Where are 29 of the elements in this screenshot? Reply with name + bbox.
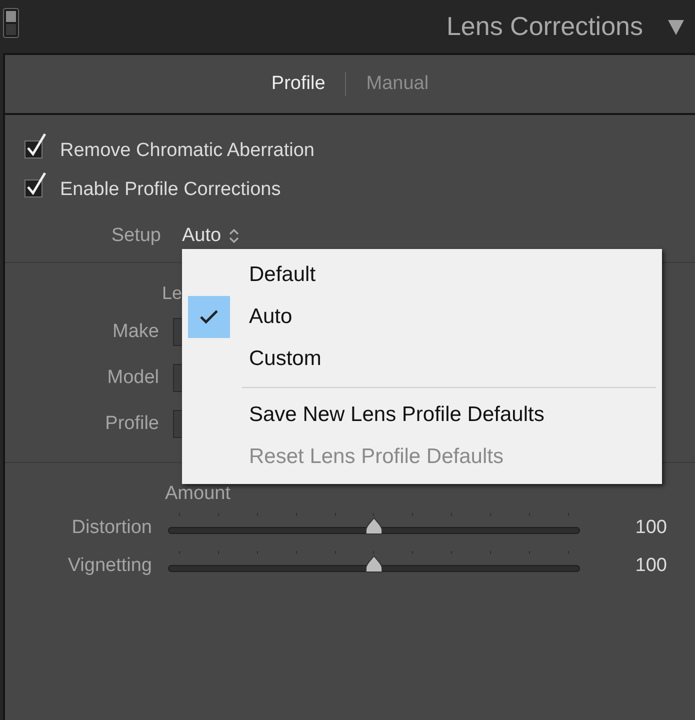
slider-value: 100 [635,517,667,539]
setup-label: Setup [110,225,161,247]
menu-item[interactable]: Auto [182,296,656,338]
slider-thumb[interactable] [365,517,383,535]
checkbox-label: Remove Chromatic Aberration [60,140,314,162]
panel-title: Lens Corrections [446,11,643,42]
checkbox-label: Enable Profile Corrections [60,178,281,200]
tab[interactable]: Profile [271,73,326,95]
field-label: Model [106,367,159,389]
setup-dropdown[interactable]: Auto [182,225,240,247]
slider-thumb[interactable] [365,555,383,573]
slider-track[interactable] [168,513,580,535]
checkbox[interactable] [24,132,48,158]
slider-label: Distortion [70,517,152,539]
field-label: Make [112,321,159,343]
menu-item[interactable]: Custom [182,338,656,380]
field-label: Profile [104,413,159,435]
slider-value: 100 [635,555,667,577]
checkmark-icon [188,296,230,338]
slider-track[interactable] [168,551,580,573]
section-heading: Amount [165,483,230,504]
up-down-arrows-icon [229,228,240,244]
menu-item[interactable]: Default [182,254,656,296]
checkbox[interactable] [24,172,48,198]
slider-label: Vignetting [66,555,152,577]
menu-item[interactable]: Save New Lens Profile Defaults [249,403,544,427]
panel-switch-icon[interactable] [3,8,19,38]
collapse-triangle-icon[interactable] [667,18,685,36]
section-heading: Le [162,283,182,303]
